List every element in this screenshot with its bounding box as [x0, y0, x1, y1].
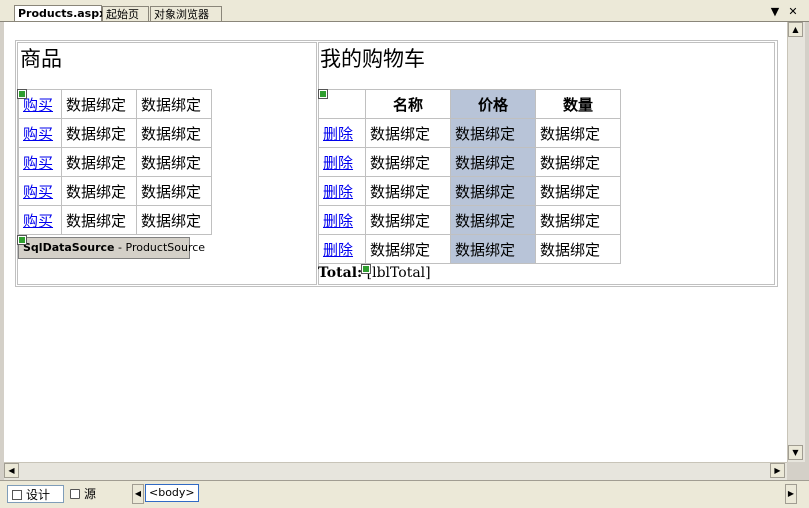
buy-cell: 购买 — [18, 176, 62, 206]
delete-link[interactable]: 删除 — [323, 125, 353, 143]
product-row: 购买 数据绑定 数据绑定 — [18, 176, 212, 206]
cart-gridview[interactable]: 名称 价格 数量 删除 数据绑定 数据绑定 数据绑定 删除 数据绑定 数据绑定 数据绑定 删除数… — [318, 89, 621, 264]
tag-nav-left-icon[interactable]: ◀ — [132, 484, 144, 504]
scroll-down-icon[interactable]: ▼ — [788, 445, 803, 460]
tag-selector-body[interactable]: <body> — [145, 484, 199, 502]
scroll-right-icon[interactable]: ▶ — [770, 463, 785, 478]
smart-tag-glyph-icon[interactable] — [319, 90, 327, 98]
smart-tag-glyph-icon[interactable] — [362, 265, 370, 273]
cart-price-cell: 数据绑定 — [450, 234, 536, 264]
cart-header-price: 价格 — [450, 89, 536, 119]
source-view-icon — [70, 489, 80, 499]
buy-cell: 购买 — [18, 118, 62, 148]
tab-products-aspx[interactable]: Products.aspx — [14, 5, 106, 22]
product-cell: 数据绑定 — [61, 205, 137, 235]
cart-name-cell: 数据绑定 — [365, 147, 451, 177]
product-cell: 数据绑定 — [61, 176, 137, 206]
cart-qty-cell: 数据绑定 — [535, 205, 621, 235]
tab-dropdown-icon[interactable]: ▼ — [768, 5, 782, 19]
design-tab-label: 设计 — [26, 488, 51, 502]
smart-tag-glyph-icon[interactable] — [18, 90, 26, 98]
product-cell: 数据绑定 — [136, 89, 212, 119]
tab-start-page[interactable]: 起始页 — [102, 6, 149, 21]
cart-name-cell: 数据绑定 — [365, 176, 451, 206]
product-cell: 数据绑定 — [61, 89, 137, 119]
scroll-corner — [787, 462, 805, 479]
vertical-scrollbar[interactable]: ▲ ▼ — [787, 22, 805, 462]
cart-heading: 我的购物车 — [320, 47, 425, 71]
buy-cell: 购买 — [18, 205, 62, 235]
delete-link[interactable]: 删除 — [323, 154, 353, 172]
product-cell: 数据绑定 — [136, 147, 212, 177]
buy-cell: 购买 — [18, 147, 62, 177]
cart-header-qty: 数量 — [535, 89, 621, 119]
product-row: 购买 数据绑定 数据绑定 — [18, 147, 212, 177]
horizontal-scrollbar[interactable]: ◀ ▶ — [4, 462, 787, 480]
delete-link[interactable]: 删除 — [323, 212, 353, 230]
product-cell: 数据绑定 — [136, 118, 212, 148]
cart-row: 删除 数据绑定 数据绑定 数据绑定 — [318, 205, 621, 235]
sqldatasource-id: ProductSource — [125, 241, 206, 254]
cart-price-cell: 数据绑定 — [450, 176, 536, 206]
cart-row: 删除 数据绑定 数据绑定 数据绑定 — [318, 234, 621, 264]
total-row: Total: [lblTotal] — [318, 265, 431, 281]
cart-name-cell: 数据绑定 — [365, 205, 451, 235]
delete-cell: 删除 — [318, 205, 366, 235]
cart-row: 删除 数据绑定 数据绑定 数据绑定 — [318, 176, 621, 206]
tab-source[interactable]: 源 — [66, 485, 106, 503]
cart-name-cell: 数据绑定 — [365, 118, 451, 148]
delete-cell: 删除 — [318, 118, 366, 148]
buy-link[interactable]: 购买 — [23, 125, 53, 143]
cart-qty-cell: 数据绑定 — [535, 176, 621, 206]
product-cell: 数据绑定 — [61, 147, 137, 177]
product-cell: 数据绑定 — [136, 176, 212, 206]
delete-link[interactable]: 删除 — [323, 183, 353, 201]
buy-link[interactable]: 购买 — [23, 96, 53, 114]
product-row: 购买 数据绑定 数据绑定 — [18, 205, 212, 235]
cart-price-cell: 数据绑定 — [450, 118, 536, 148]
document-tab-strip: Products.aspx 起始页 对象浏览器 ▼ ✕ — [0, 0, 809, 22]
tab-design[interactable]: 设计 — [7, 485, 64, 503]
product-cell: 数据绑定 — [61, 118, 137, 148]
cart-price-cell: 数据绑定 — [450, 205, 536, 235]
delete-cell: 删除 — [318, 234, 366, 264]
cart-qty-cell: 数据绑定 — [535, 234, 621, 264]
close-icon[interactable]: ✕ — [786, 5, 800, 19]
total-label: Total: — [318, 265, 363, 281]
view-switcher-bar: 设计 源 ◀ <body> ▶ — [0, 480, 809, 508]
delete-cell: 删除 — [318, 147, 366, 177]
cart-qty-cell: 数据绑定 — [535, 147, 621, 177]
delete-cell: 删除 — [318, 176, 366, 206]
delete-link[interactable]: 删除 — [323, 241, 353, 259]
scroll-up-icon[interactable]: ▲ — [788, 22, 803, 37]
products-heading: 商品 — [20, 47, 62, 71]
source-tab-label: 源 — [84, 487, 97, 501]
buy-link[interactable]: 购买 — [23, 154, 53, 172]
cart-name-cell: 数据绑定 — [365, 234, 451, 264]
tab-object-browser[interactable]: 对象浏览器 — [150, 6, 222, 21]
total-value-label[interactable]: [lblTotal] — [367, 265, 431, 281]
cart-qty-cell: 数据绑定 — [535, 118, 621, 148]
cart-row: 删除 数据绑定 数据绑定 数据绑定 — [318, 118, 621, 148]
buy-link[interactable]: 购买 — [23, 183, 53, 201]
product-row: 购买 数据绑定 数据绑定 — [18, 118, 212, 148]
sqldatasource-control[interactable]: SqlDataSource - ProductSource — [18, 237, 205, 259]
cart-price-cell: 数据绑定 — [450, 147, 536, 177]
cart-header-name: 名称 — [365, 89, 451, 119]
smart-tag-glyph-icon[interactable] — [18, 236, 26, 244]
product-row: 购买 数据绑定 数据绑定 — [18, 89, 212, 119]
sqldatasource-type: SqlDataSource — [23, 241, 115, 254]
design-view-icon — [12, 490, 22, 500]
products-gridview[interactable]: 购买 数据绑定 数据绑定 购买 数据绑定 数据绑定 购买 数据绑定 数据绑定 购买 数据绑定 数据绑定… — [18, 89, 212, 235]
scroll-left-icon[interactable]: ◀ — [4, 463, 19, 478]
sqldatasource-separator: - — [114, 241, 126, 254]
product-cell: 数据绑定 — [136, 205, 212, 235]
cart-row: 删除 数据绑定 数据绑定 数据绑定 — [318, 147, 621, 177]
buy-link[interactable]: 购买 — [23, 212, 53, 230]
tag-nav-right-icon[interactable]: ▶ — [785, 484, 797, 504]
